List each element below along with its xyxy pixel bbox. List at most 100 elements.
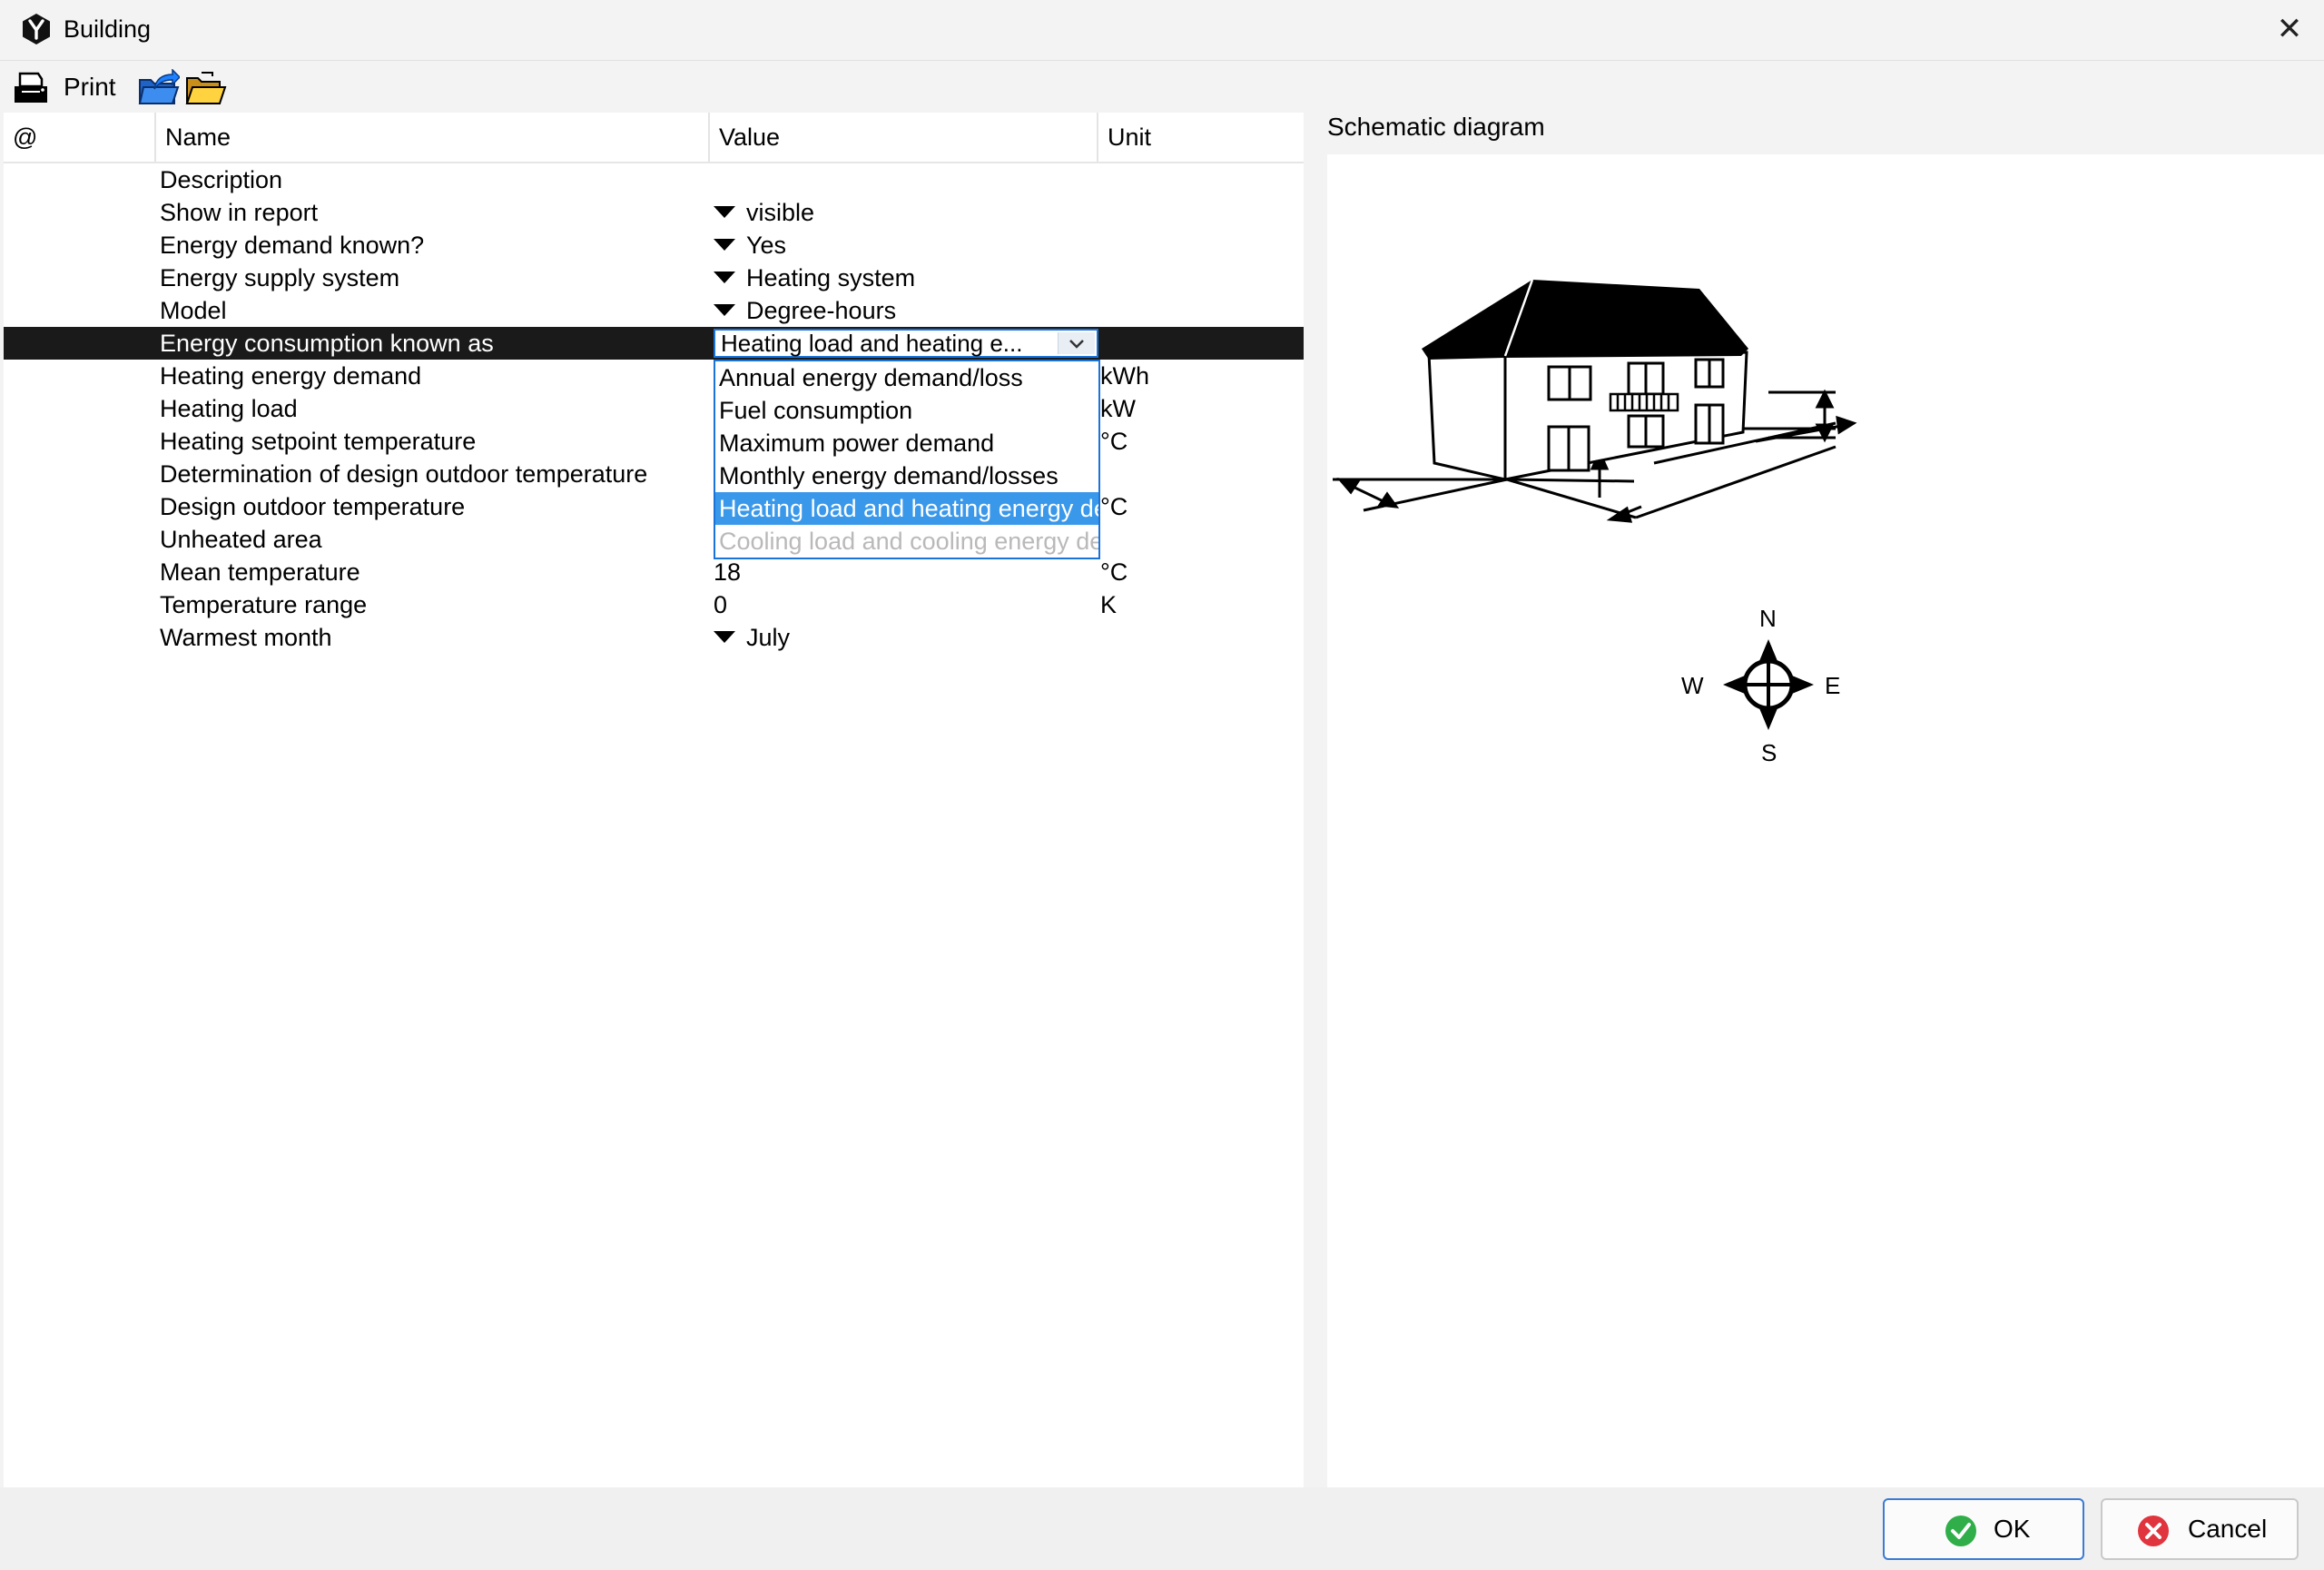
row-name-cell: Energy demand known?	[160, 232, 425, 259]
combobox-chevron-down-icon[interactable]	[1058, 332, 1095, 354]
row-value-text: visible	[746, 199, 815, 226]
row-value-cell[interactable]: Heating system	[714, 262, 1095, 294]
ok-button[interactable]: OK	[1883, 1498, 2084, 1560]
row-name-cell: Heating load	[160, 395, 298, 422]
row-value-cell[interactable]: Degree-hours	[714, 294, 1095, 327]
cancel-button-label: Cancel	[2188, 1515, 2268, 1543]
energy-consumption-dropdown-list: Annual energy demand/loss Fuel consumptio…	[714, 360, 1100, 559]
row-value-cell[interactable]	[714, 163, 1095, 196]
dropdown-option[interactable]: Monthly energy demand/losses	[715, 459, 1098, 492]
row-name-cell: Unheated area	[160, 526, 322, 553]
cancel-x-icon	[2138, 1516, 2169, 1546]
row-value-cell[interactable]: visible	[714, 196, 1095, 229]
table-header: @ Name Value Unit	[4, 113, 1304, 163]
row-unit-cell	[1100, 262, 1300, 294]
table-row[interactable]: Determination of design outdoor temperat…	[4, 458, 1304, 490]
row-name-cell: Design outdoor temperature	[160, 493, 466, 520]
row-value-cell[interactable]: July	[714, 621, 1095, 654]
dropdown-option[interactable]: Maximum power demand	[715, 427, 1098, 459]
compass-north-label: N	[1759, 605, 1777, 632]
checkmark-icon	[1945, 1516, 1976, 1546]
folder-export-icon[interactable]	[138, 69, 180, 107]
dropdown-triangle-icon[interactable]	[714, 304, 735, 317]
table-row[interactable]: Unheated area	[4, 523, 1304, 556]
row-name-cell: Heating setpoint temperature	[160, 428, 477, 455]
energy-consumption-combobox[interactable]: Heating load and heating e...	[714, 329, 1098, 358]
row-name-cell: Description	[160, 166, 283, 193]
row-value-text: Degree-hours	[746, 297, 897, 324]
column-header-at[interactable]: @	[4, 113, 156, 162]
toolbar: Print	[0, 62, 2324, 113]
cancel-button[interactable]: Cancel	[2101, 1498, 2299, 1560]
schematic-diagram-panel: N S W E	[1327, 154, 2324, 1487]
dropdown-option: Cooling load and cooling energy demand	[719, 528, 1098, 555]
table-row[interactable]: Heating energy demand kWh	[4, 360, 1304, 392]
row-name-cell: Show in report	[160, 199, 319, 226]
column-header-unit[interactable]: Unit	[1098, 113, 1304, 162]
compass-rose-icon	[1723, 639, 1814, 730]
table-row[interactable]: Heating setpoint temperature °C	[4, 425, 1304, 458]
compass-south-label: S	[1761, 739, 1777, 766]
row-unit-cell: °C	[1100, 493, 1128, 520]
column-header-value[interactable]: Value	[710, 113, 1098, 162]
row-value-cell[interactable]: 18	[714, 556, 1095, 588]
table-row[interactable]: Heating load kW	[4, 392, 1304, 425]
row-unit-cell: °C	[1100, 558, 1128, 586]
row-unit-cell	[1100, 621, 1300, 654]
building-schematic-drawing	[1333, 279, 1857, 730]
table-row[interactable]: Energy consumption known as Heating load …	[4, 327, 1304, 360]
combobox-value: Heating load and heating e...	[721, 331, 1023, 357]
table-row[interactable]: Mean temperature 18 °C	[4, 556, 1304, 588]
row-value-text: Yes	[746, 232, 787, 259]
compass-east-label: E	[1825, 672, 1841, 699]
row-unit-cell: kW	[1100, 395, 1136, 422]
dropdown-option[interactable]: Annual energy demand/loss	[715, 361, 1098, 394]
table-row[interactable]: Design outdoor temperature °C	[4, 490, 1304, 523]
row-name-cell: Warmest month	[160, 624, 332, 651]
row-value-text: Heating system	[746, 264, 916, 291]
row-unit-cell	[1100, 523, 1300, 556]
table-row[interactable]: Energy supply system Heating system	[4, 262, 1304, 294]
column-header-name[interactable]: Name	[156, 113, 710, 162]
row-unit-cell: kWh	[1100, 362, 1149, 390]
dropdown-option[interactable]: Fuel consumption	[715, 394, 1098, 427]
compass-west-label: W	[1681, 672, 1704, 699]
row-value-text: July	[746, 624, 791, 651]
row-unit-cell: K	[1100, 591, 1118, 618]
table-row[interactable]: Model Degree-hours	[4, 294, 1304, 327]
dropdown-triangle-icon[interactable]	[714, 272, 735, 284]
row-name-cell: Model	[160, 297, 227, 324]
table-row[interactable]: Temperature range 0 K	[4, 588, 1304, 621]
row-name-cell: Determination of design outdoor temperat…	[160, 460, 648, 488]
table-row[interactable]: Show in report visible	[4, 196, 1304, 229]
print-button[interactable]: Print	[64, 69, 116, 105]
app-logo-icon	[23, 14, 50, 44]
dropdown-triangle-icon[interactable]	[714, 206, 735, 219]
row-unit-cell	[1100, 294, 1300, 327]
dropdown-option[interactable]: Heating load and heating energy demand	[715, 492, 1098, 525]
row-name-cell: Temperature range	[160, 591, 368, 618]
table-row[interactable]: Description	[4, 163, 1304, 196]
ok-button-label: OK	[1994, 1515, 2031, 1543]
row-value-cell[interactable]: 0	[714, 588, 1095, 621]
row-value-text: 18	[714, 558, 742, 586]
close-icon[interactable]: ✕	[2271, 11, 2308, 47]
row-unit-cell: °C	[1100, 428, 1128, 455]
row-unit-cell	[1100, 196, 1300, 229]
dropdown-triangle-icon[interactable]	[714, 631, 735, 644]
table-row[interactable]: Energy demand known? Yes	[4, 229, 1304, 262]
dropdown-triangle-icon[interactable]	[714, 239, 735, 252]
properties-table: @ Name Value Unit Description Show in rep…	[4, 113, 1304, 1487]
folder-open-icon[interactable]	[185, 69, 227, 107]
printer-icon[interactable]	[11, 70, 51, 106]
row-name-cell: Heating energy demand	[160, 362, 422, 390]
title-bar: Building ✕	[0, 0, 2324, 61]
row-name-cell: Energy supply system	[160, 264, 400, 291]
row-name-cell: Mean temperature	[160, 558, 360, 586]
table-row[interactable]: Warmest month July	[4, 621, 1304, 654]
window-title: Building	[64, 15, 152, 43]
row-unit-cell	[1100, 327, 1300, 360]
row-value-cell[interactable]: Yes	[714, 229, 1095, 262]
row-unit-cell	[1100, 458, 1300, 490]
row-unit-cell	[1100, 163, 1300, 196]
